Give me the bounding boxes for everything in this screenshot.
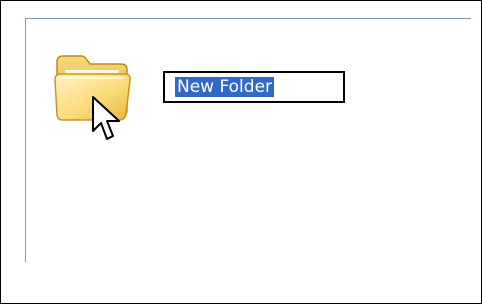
rename-selected-text[interactable]: New Folder bbox=[175, 77, 275, 97]
arrow-cursor-icon bbox=[92, 96, 120, 140]
explorer-window-frame: New Folder bbox=[0, 0, 482, 304]
rename-input[interactable]: New Folder bbox=[163, 71, 345, 103]
